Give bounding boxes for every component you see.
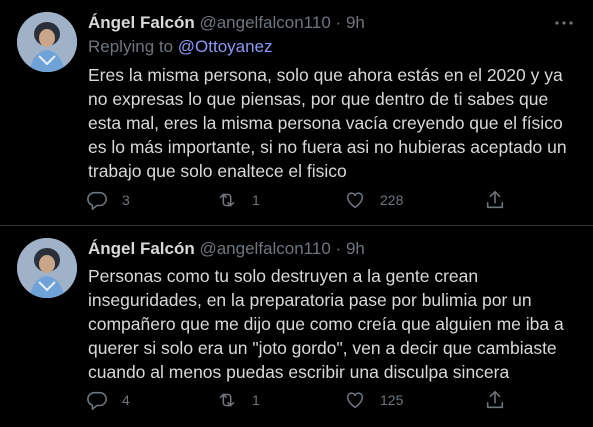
tweet[interactable]: Ángel Falcón @angelfalcon110 · 9h Replyi…	[0, 0, 593, 226]
retweet-count: 1	[252, 392, 260, 408]
author-name[interactable]: Ángel Falcón	[88, 13, 195, 32]
retweet-button[interactable]: 1	[216, 388, 260, 412]
share-button[interactable]	[484, 188, 506, 212]
like-button[interactable]: 125	[344, 388, 403, 412]
retweet-icon	[219, 393, 235, 407]
tweet-header: Ángel Falcón @angelfalcon110 · 9h	[88, 12, 365, 34]
author-handle[interactable]: @angelfalcon110	[199, 13, 330, 32]
reply-icon	[87, 191, 107, 210]
reply-button[interactable]: 3	[86, 188, 130, 212]
more-icon	[555, 21, 573, 25]
avatar-photo	[17, 238, 77, 298]
tweet-actions: 3 1 228	[86, 188, 516, 212]
author-handle[interactable]: @angelfalcon110	[199, 239, 330, 258]
like-button[interactable]: 228	[344, 188, 403, 212]
tweet-text: Personas como tu solo destruyen a la gen…	[88, 266, 564, 382]
timestamp[interactable]: 9h	[346, 13, 365, 32]
reply-count: 3	[122, 192, 130, 208]
separator: ·	[335, 13, 342, 32]
mention-link[interactable]: @Ottoyanez	[178, 37, 273, 56]
reply-count: 4	[122, 392, 130, 408]
like-count: 125	[380, 392, 404, 408]
replying-to: Replying to @Ottoyanez	[88, 36, 273, 58]
tweet-text: Eres la misma persona, solo que ahora es…	[88, 65, 567, 181]
retweet-button[interactable]: 1	[216, 188, 260, 212]
tweet-header: Ángel Falcón @angelfalcon110 · 9h	[88, 238, 365, 260]
share-icon	[486, 390, 504, 409]
tweet[interactable]: Ángel Falcón @angelfalcon110 · 9h Person…	[0, 226, 593, 427]
share-button[interactable]	[484, 388, 506, 412]
separator: ·	[335, 239, 342, 258]
retweet-icon	[219, 193, 235, 207]
author-name[interactable]: Ángel Falcón	[88, 239, 195, 258]
like-count: 228	[380, 192, 404, 208]
tweet-actions: 4 1 125	[86, 388, 516, 412]
retweet-count: 1	[252, 192, 260, 208]
avatar[interactable]	[17, 238, 77, 298]
more-options-button[interactable]	[553, 12, 575, 34]
avatar-photo	[17, 12, 77, 72]
share-icon	[486, 190, 504, 209]
like-icon	[346, 192, 364, 209]
avatar[interactable]	[17, 12, 77, 72]
replying-label: Replying to	[88, 37, 174, 56]
timestamp[interactable]: 9h	[346, 239, 365, 258]
reply-icon	[87, 391, 107, 410]
reply-button[interactable]: 4	[86, 388, 130, 412]
like-icon	[346, 392, 364, 409]
